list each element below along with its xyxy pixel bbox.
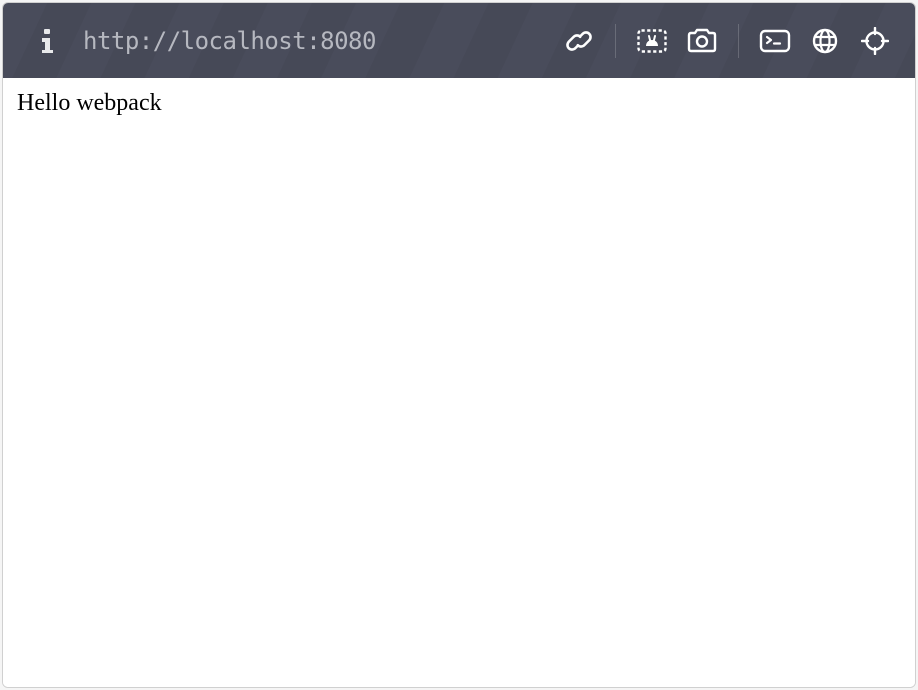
page-content: Hello webpack [3,78,915,687]
terminal-icon[interactable] [757,23,793,59]
camera-icon[interactable] [684,23,720,59]
target-icon[interactable] [857,23,893,59]
info-icon[interactable] [33,27,61,55]
toolbar-divider [738,24,739,58]
toolbar-actions [561,23,893,59]
globe-icon[interactable] [807,23,843,59]
toolbar: http://localhost:8080 [3,3,915,78]
assets-icon[interactable] [634,23,670,59]
page-body-text: Hello webpack [17,90,901,117]
url-input[interactable]: http://localhost:8080 [83,27,561,55]
toolbar-divider [615,24,616,58]
browser-window: http://localhost:8080 [2,2,916,688]
link-icon[interactable] [561,23,597,59]
